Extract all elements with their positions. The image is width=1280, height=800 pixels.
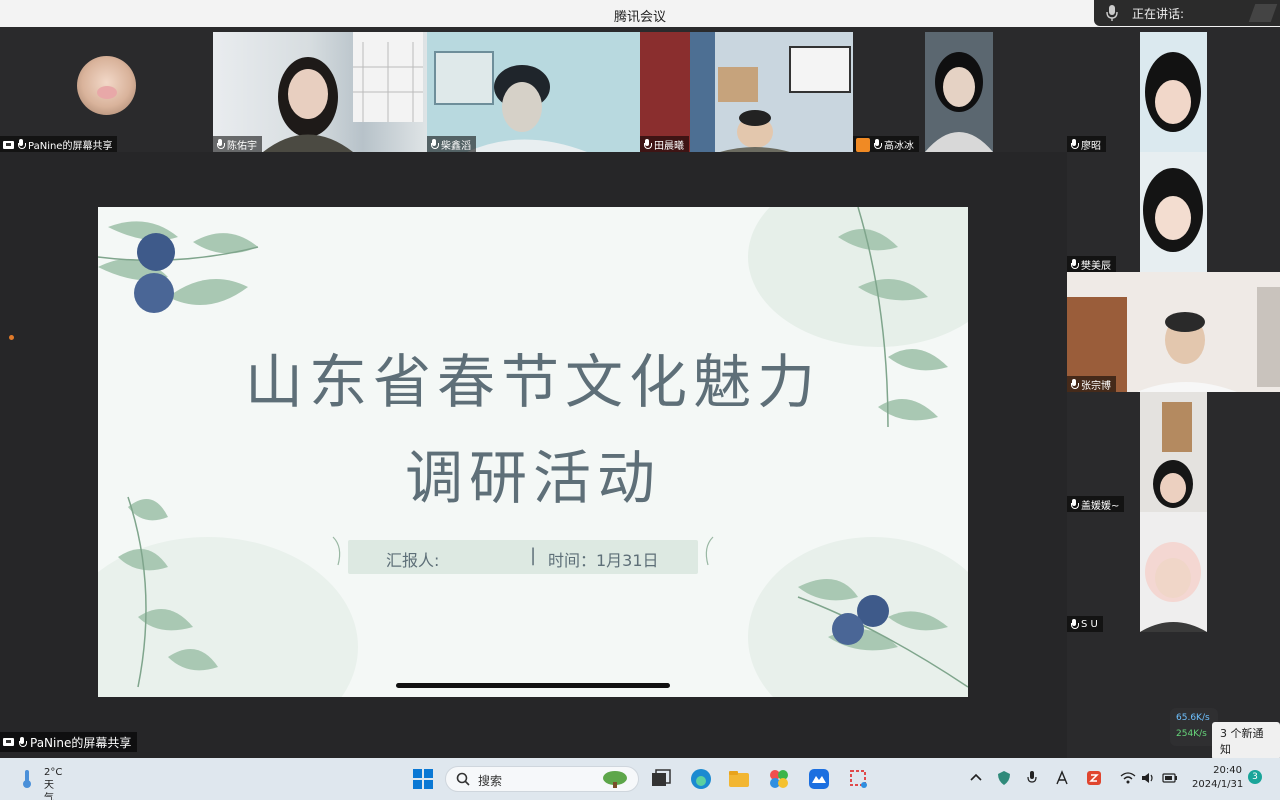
- participant-video: [925, 32, 993, 152]
- microphone-icon: [1070, 379, 1079, 390]
- task-view-icon[interactable]: [650, 768, 672, 790]
- participant-namebar: S U: [1067, 616, 1103, 632]
- taskbar-search[interactable]: 搜索: [445, 766, 639, 792]
- tencent-meeting-icon[interactable]: [808, 768, 830, 790]
- search-icon: [456, 772, 470, 786]
- participant-tile[interactable]: 廖昭: [1067, 32, 1280, 152]
- microphone-icon: [1106, 5, 1118, 21]
- microphone-icon: [216, 139, 225, 150]
- chevron-up-icon[interactable]: [968, 770, 984, 786]
- host-icon: [856, 137, 870, 152]
- participant-video: [1140, 392, 1207, 512]
- participant-tile[interactable]: S U: [1067, 512, 1280, 632]
- system-clock[interactable]: 20:40 2024/1/31: [1192, 764, 1244, 792]
- slide-separator: |: [530, 545, 537, 566]
- participant-namebar: 盖媛媛~: [1067, 496, 1125, 512]
- taskbar: 2°C 天气冷 搜索: [0, 758, 1280, 800]
- microphone-icon: [1070, 499, 1079, 510]
- participant-video: [1140, 32, 1207, 152]
- microphone-icon: [430, 139, 439, 150]
- wps-icon[interactable]: [1086, 770, 1102, 786]
- participant-tile[interactable]: 盖媛媛~: [1067, 392, 1280, 512]
- file-explorer-icon[interactable]: [728, 768, 750, 790]
- participant-video: [434, 51, 587, 152]
- participant-tile[interactable]: 张宗博: [1067, 272, 1280, 392]
- participant-video: [1067, 287, 1280, 392]
- participant-name: 张宗博: [1081, 381, 1111, 392]
- screen-share-label: PaNine的屏幕共享: [0, 732, 138, 752]
- clock-time: 20:40: [1213, 765, 1242, 776]
- slide-title-line1: 山东省春节文化魅力: [244, 348, 821, 416]
- window-title: 腾讯会议: [613, 10, 666, 25]
- participant-tile[interactable]: 陈佑宇: [213, 32, 427, 152]
- participant-namebar: 陈佑宇: [213, 136, 262, 152]
- thermometer-icon: [23, 770, 31, 788]
- volume-icon[interactable]: [1140, 770, 1156, 786]
- slide-reporter: 汇报人:: [386, 551, 440, 570]
- pointer-dot: [9, 335, 14, 340]
- participant-name: S U: [1081, 619, 1098, 630]
- microphone-icon: [17, 139, 26, 150]
- snipping-tool-icon[interactable]: [848, 768, 870, 790]
- screen-share-icon: [3, 140, 14, 149]
- search-highlight-icon: [603, 771, 627, 788]
- network-status[interactable]: 65.6K/s 254K/s: [1170, 708, 1218, 746]
- photos-app-icon[interactable]: [768, 768, 790, 790]
- microphone-icon: [18, 736, 27, 748]
- slide-scroll-indicator[interactable]: [396, 683, 670, 688]
- input-method-icon[interactable]: [1054, 770, 1070, 786]
- participant-name: 陈佑宇: [227, 141, 257, 152]
- search-label: 搜索: [478, 774, 503, 788]
- participant-name: 柴鑫滔: [441, 141, 471, 152]
- participant-tile[interactable]: 高冰冰: [853, 32, 1067, 152]
- speaking-indicator: 正在讲话:: [1094, 0, 1280, 26]
- microphone-icon: [873, 139, 882, 150]
- microphone-icon: [1070, 619, 1079, 630]
- participant-name: PaNine的屏幕共享: [28, 141, 113, 152]
- participant-namebar: 田晨曦: [640, 136, 689, 152]
- participant-namebar: 高冰冰: [853, 136, 919, 152]
- participant-video: [1140, 152, 1207, 272]
- temperature: 2°C: [44, 767, 63, 778]
- microphone-icon[interactable]: [1024, 770, 1040, 786]
- participant-namebar: 廖昭: [1067, 136, 1106, 152]
- battery-icon[interactable]: [1162, 770, 1178, 786]
- presentation-slide: 山东省春节文化魅力 调研活动 汇报人: | 时间：1月31日: [98, 207, 968, 697]
- microphone-icon: [1070, 259, 1079, 270]
- wifi-icon[interactable]: [1120, 770, 1136, 786]
- share-label-text: PaNine的屏幕共享: [30, 735, 132, 750]
- participant-name: 盖媛媛~: [1081, 501, 1120, 512]
- notification-toast[interactable]: 3 个新通知: [1212, 722, 1280, 760]
- clock-date: 2024/1/31: [1192, 779, 1244, 790]
- windows-start-icon[interactable]: [412, 768, 434, 790]
- participant-tile[interactable]: 柴鑫滔: [427, 32, 640, 152]
- participant-name: 高冰冰: [884, 141, 914, 152]
- avatar: [77, 56, 136, 115]
- security-icon[interactable]: [996, 770, 1012, 786]
- participant-namebar: 樊美辰: [1067, 256, 1116, 272]
- speaker-marker: [1248, 4, 1278, 22]
- participant-name: 田晨曦: [654, 141, 684, 152]
- participant-video: [1140, 512, 1207, 632]
- weather-description: 天气冷: [44, 780, 54, 800]
- screen-share-icon: [3, 738, 14, 746]
- edge-browser-icon[interactable]: [690, 768, 712, 790]
- participant-tile[interactable]: 樊美辰: [1067, 152, 1280, 272]
- notification-badge[interactable]: 3: [1248, 770, 1262, 784]
- slide-time: 时间：1月31日: [548, 551, 659, 570]
- participant-video: [263, 32, 423, 152]
- participant-tile[interactable]: 田晨曦: [640, 32, 853, 152]
- participant-namebar: 张宗博: [1067, 376, 1116, 392]
- participant-name: 廖昭: [1081, 141, 1101, 152]
- participant-name: 樊美辰: [1081, 261, 1111, 272]
- title-bar: 腾讯会议: [0, 0, 1280, 27]
- speaking-label: 正在讲话:: [1132, 7, 1185, 21]
- slide-title-line2: 调研活动: [404, 444, 661, 512]
- participant-namebar: 柴鑫滔: [427, 136, 476, 152]
- participant-video: [640, 32, 851, 152]
- participant-namebar: PaNine的屏幕共享: [0, 136, 118, 152]
- microphone-icon: [643, 139, 652, 150]
- microphone-icon: [1070, 139, 1079, 150]
